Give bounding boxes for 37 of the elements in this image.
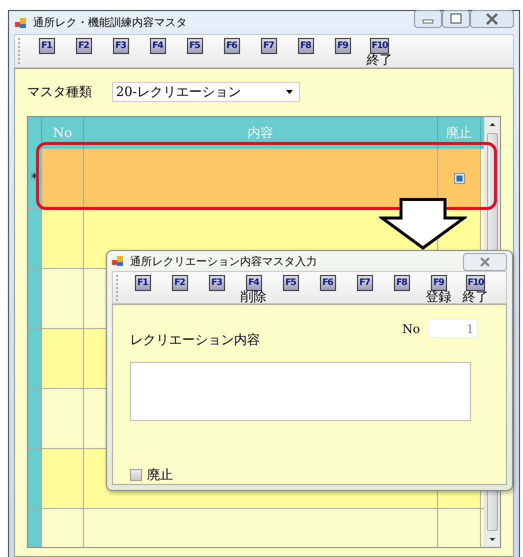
function-key-button[interactable]: F3 (102, 35, 139, 54)
function-key-button[interactable]: F2 (65, 35, 102, 54)
function-key-button[interactable]: F10 終了 (361, 35, 398, 68)
window-title: 通所レク・機能訓練内容マスタ (33, 15, 187, 30)
abolish-checkbox[interactable] (130, 469, 142, 481)
function-key-button[interactable]: F7 (346, 272, 383, 291)
master-type-dropdown[interactable]: 20-レクリエーション (112, 82, 300, 102)
maximize-icon (442, 10, 470, 28)
function-key-button[interactable]: F9 (324, 35, 361, 54)
content-field[interactable] (130, 362, 471, 421)
function-key-button[interactable]: F6 (309, 272, 346, 291)
function-key-button[interactable]: F5 (272, 272, 309, 291)
close-icon (470, 10, 514, 28)
no-label: No (402, 322, 420, 336)
minimize-icon (414, 10, 442, 28)
caret-icon (286, 90, 293, 94)
dialog-title: 通所レクリエーション内容マスタ入力 (130, 254, 317, 268)
toolbar-grip (18, 38, 22, 64)
function-key-button[interactable]: F1 (124, 272, 161, 291)
app-icon (112, 255, 124, 267)
checkbox-icon (454, 173, 464, 184)
function-key-button[interactable]: F8 (287, 35, 324, 54)
close-icon (463, 253, 507, 271)
function-key-button[interactable]: F5 (176, 35, 213, 54)
function-key-button[interactable]: F7 (250, 35, 287, 54)
content-label: レクリエーション内容 (130, 332, 260, 349)
function-key-button[interactable]: F3 (198, 272, 235, 291)
master-type-label: マスタ種類 (27, 84, 93, 101)
function-key-button[interactable]: F4 (139, 35, 176, 54)
app-icon (15, 16, 27, 28)
no-field[interactable]: 1 (428, 319, 478, 338)
function-key-button[interactable]: F2 (161, 272, 198, 291)
function-key-button[interactable]: F1 (28, 35, 65, 54)
function-key-button[interactable]: F8 (383, 272, 420, 291)
toolbar-grip (116, 275, 120, 301)
function-key-button[interactable]: F6 (213, 35, 250, 54)
abolish-label: 廃止 (147, 467, 173, 484)
